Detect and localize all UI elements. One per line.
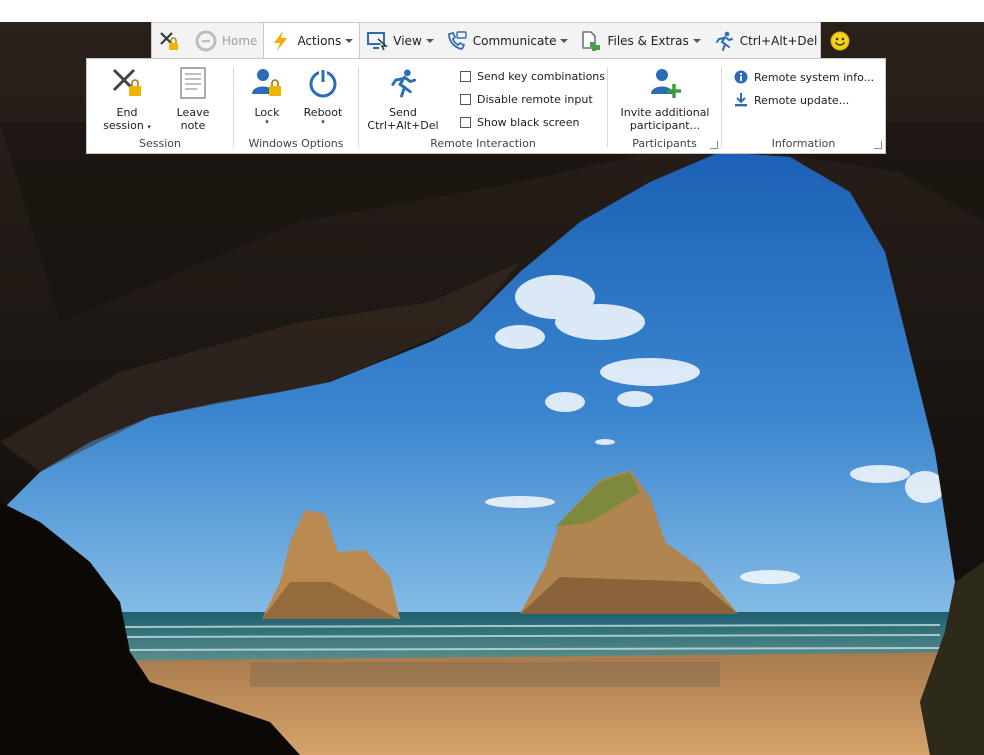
end-session-button[interactable]: End session ▾	[99, 65, 155, 132]
tab-communicate-label: Communicate	[472, 33, 557, 48]
group-windows-options-caption: Windows Options	[248, 137, 344, 150]
lock-button[interactable]: Lock ▾	[250, 65, 284, 126]
chevron-down-icon	[692, 38, 701, 43]
group-information: Remote system info... Remote update... I…	[722, 59, 885, 153]
group-session-caption: Session	[139, 137, 181, 150]
end-session-line2: session	[103, 119, 144, 132]
lock-user-icon	[250, 65, 284, 101]
group-participants: Invite additional participant... Partici…	[608, 59, 721, 153]
smiley-icon	[829, 30, 851, 52]
home-icon	[195, 30, 217, 52]
tab-view[interactable]: View	[360, 23, 439, 58]
invite-participant-button[interactable]: Invite additional participant...	[614, 65, 716, 132]
checkbox-unchecked[interactable]	[460, 71, 471, 82]
reboot-button[interactable]: Reboot ▾	[300, 65, 346, 126]
running-man-icon	[713, 30, 735, 52]
lightning-icon	[270, 30, 292, 52]
group-windows-options: Lock ▾ Reboot ▾ Windows Options	[234, 59, 358, 153]
group-information-caption: Information	[771, 137, 836, 150]
checkbox-unchecked[interactable]	[460, 117, 471, 128]
ctrl-alt-del-button[interactable]: Ctrl+Alt+Del	[707, 23, 824, 58]
tab-files-extras-label: Files & Extras	[607, 33, 689, 48]
chevron-down-icon	[345, 39, 354, 43]
tab-view-label: View	[393, 33, 422, 48]
reboot-dropdown-icon: ▾	[321, 118, 325, 126]
invite-user-icon	[648, 65, 682, 101]
tab-home[interactable]: Home	[189, 23, 263, 58]
disable-remote-input-label: Disable remote input	[477, 93, 593, 106]
communicate-icon	[446, 30, 468, 52]
tab-home-label: Home	[222, 33, 258, 48]
tab-actions-label: Actions	[297, 34, 342, 48]
show-black-screen-label: Show black screen	[477, 116, 580, 129]
group-remote-interaction-caption: Remote Interaction	[430, 137, 536, 150]
send-key-combinations-checkbox[interactable]: Send key combinations	[460, 70, 605, 83]
chevron-down-icon	[425, 38, 434, 43]
checkbox-unchecked[interactable]	[460, 94, 471, 105]
view-icon	[366, 30, 389, 52]
note-icon	[176, 65, 210, 101]
leave-note-label: Leave note	[176, 106, 210, 132]
ctrl-alt-del-label: Ctrl+Alt+Del	[739, 33, 818, 48]
lock-dropdown-icon: ▾	[265, 118, 269, 126]
running-man-icon	[386, 65, 420, 101]
power-icon	[306, 65, 340, 101]
remote-update-label: Remote update...	[754, 93, 850, 107]
disable-remote-input-checkbox[interactable]: Disable remote input	[460, 93, 593, 106]
dialog-launcher-icon[interactable]	[874, 141, 882, 149]
invite-line1: Invite additional	[620, 106, 710, 119]
files-extras-icon	[580, 30, 602, 52]
show-black-screen-checkbox[interactable]: Show black screen	[460, 116, 579, 129]
actions-ribbon: End session ▾ Leave note Session Lock ▾ …	[86, 58, 886, 154]
info-icon	[734, 70, 748, 84]
feedback-button[interactable]	[823, 23, 862, 58]
download-icon	[734, 93, 748, 107]
leave-note-button[interactable]: Leave note	[163, 65, 223, 132]
group-session: End session ▾ Leave note Session	[87, 59, 233, 153]
chevron-down-icon	[560, 38, 569, 43]
end-session-tab-button[interactable]	[152, 23, 189, 58]
tab-files-extras[interactable]: Files & Extras	[574, 23, 706, 58]
send-key-combinations-label: Send key combinations	[477, 70, 605, 83]
group-participants-caption: Participants	[632, 137, 697, 150]
end-session-dropdown-icon: ▾	[147, 123, 151, 131]
remote-update-button[interactable]: Remote update...	[734, 93, 849, 107]
remote-system-info-button[interactable]: Remote system info...	[734, 70, 874, 84]
toolbar-tab-bar: Home Actions View Communicate Files & Ex…	[151, 22, 850, 60]
tab-actions[interactable]: Actions	[263, 22, 361, 60]
remote-system-info-label: Remote system info...	[754, 70, 875, 84]
group-remote-interaction: Send Ctrl+Alt+Del Send key combinations …	[359, 59, 607, 153]
close-lock-icon	[158, 30, 180, 52]
send-ctrl-alt-del-button[interactable]: Send Ctrl+Alt+Del	[367, 65, 439, 132]
invite-line2: participant...	[629, 119, 701, 132]
end-session-icon	[110, 65, 144, 101]
dialog-launcher-icon[interactable]	[710, 141, 718, 149]
send-cad-line2: Ctrl+Alt+Del	[367, 119, 439, 132]
send-cad-line1: Send	[389, 106, 417, 119]
tab-communicate[interactable]: Communicate	[440, 23, 575, 58]
end-session-line1: End	[116, 106, 138, 119]
